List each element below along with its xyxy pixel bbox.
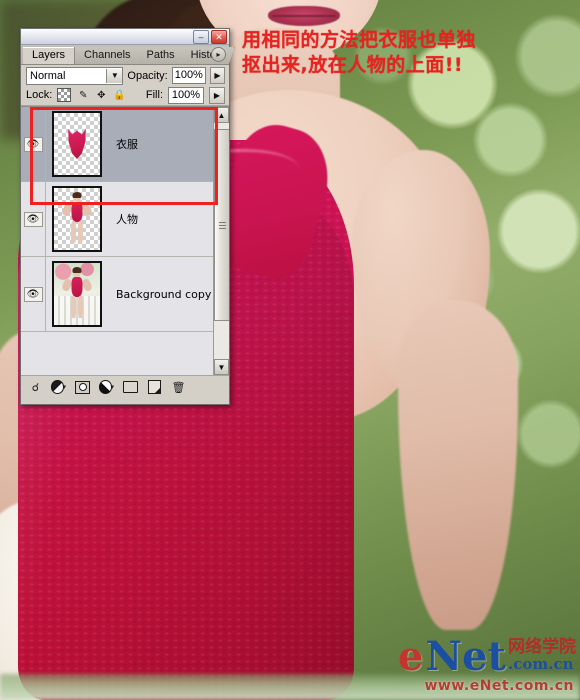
lip-line — [272, 15, 336, 17]
person-right-leg — [78, 296, 83, 318]
scroll-down-icon[interactable]: ▼ — [214, 359, 229, 375]
visibility-cell: 👁 — [21, 182, 46, 256]
person-left-leg — [71, 221, 76, 243]
tab-layers[interactable]: Layers — [23, 47, 76, 64]
lock-icon-group: ✎ ✥ 🔒 — [57, 88, 126, 102]
tab-channels[interactable]: Channels — [75, 47, 140, 64]
layer-row-background-copy[interactable]: 👁 Background copy — [21, 257, 229, 332]
layer-style-button[interactable]: ▾ — [51, 380, 66, 395]
layer-row-clothing[interactable]: 👁 衣服 — [21, 107, 229, 182]
lock-transparency-icon[interactable] — [57, 88, 72, 102]
person-left-leg — [71, 296, 76, 318]
palette-title-bar[interactable]: – ✕ — [21, 29, 229, 45]
person-right-arm — [81, 277, 93, 293]
opacity-label: Opacity: — [127, 69, 168, 82]
fill-value[interactable]: 100% — [168, 86, 204, 104]
lock-row: Lock: ✎ ✥ 🔒 Fill: 100% ▶ — [21, 85, 229, 106]
scroll-grip — [219, 221, 226, 229]
tab-paths[interactable]: Paths — [138, 47, 185, 64]
folder-icon — [123, 381, 138, 393]
thumbnail-cell — [46, 261, 108, 327]
visibility-cell: 👁 — [21, 257, 46, 331]
lock-position-icon[interactable]: ✥ — [95, 89, 107, 101]
eye-icon[interactable]: 👁 — [23, 136, 43, 152]
layer-thumbnail-person[interactable] — [52, 186, 102, 252]
watermark-net: Net — [425, 632, 507, 680]
watermark-academy: 网络学院 — [508, 636, 576, 657]
layer-name-clothing[interactable]: 衣服 — [108, 136, 138, 152]
person-hair — [72, 267, 82, 273]
layer-name-background-copy[interactable]: Background copy — [108, 288, 211, 301]
lock-label: Lock: — [26, 89, 53, 101]
eye-icon[interactable]: 👁 — [23, 286, 43, 302]
opacity-chevron-right-icon[interactable]: ▶ — [209, 67, 225, 84]
layer-thumbnail-background[interactable] — [52, 261, 102, 327]
blend-opacity-row: Normal ▼ Opacity: 100% ▶ — [21, 65, 229, 85]
watermark-e: e — [398, 632, 424, 680]
scroll-track[interactable] — [214, 123, 229, 359]
chevron-down-icon: ▾ — [62, 384, 66, 391]
watermark: e Net 网络学院 .com.cn — [398, 632, 576, 680]
palette-menu-icon[interactable]: ▸ — [211, 47, 226, 62]
new-page-icon — [148, 380, 161, 394]
lock-image-pixels-icon[interactable]: ✎ — [77, 89, 89, 101]
new-group-button[interactable] — [123, 380, 138, 395]
thumbnail-cell — [46, 186, 108, 252]
chevron-down-icon[interactable]: ▼ — [106, 68, 123, 83]
person-right-leg — [78, 221, 83, 243]
annotation-text: 用相同的方法把衣服也单独抠出来,放在人物的上面!! — [242, 29, 477, 76]
layer-list: 👁 衣服 👁 人物 👁 Background copy ▲ ▼ — [21, 106, 229, 375]
tab-history[interactable]: History — [182, 47, 235, 64]
layer-thumbnail-clothing[interactable] — [52, 111, 102, 177]
layer-row-person[interactable]: 👁 人物 — [21, 182, 229, 257]
layers-palette: – ✕ Layers Channels Paths History ▸ Norm… — [20, 28, 230, 405]
blend-mode-value: Normal — [30, 69, 66, 82]
new-layer-button[interactable] — [147, 380, 162, 395]
watermark-url: www.eNet.com.cn — [424, 678, 574, 694]
link-icon[interactable]: ☌ — [27, 380, 42, 395]
adjustment-layer-button[interactable]: ▾ — [99, 380, 114, 395]
chevron-down-icon: ▾ — [110, 384, 114, 391]
person-silhouette — [60, 192, 94, 245]
visibility-cell: 👁 — [21, 107, 46, 181]
eye-icon[interactable]: 👁 — [23, 211, 43, 227]
person-silhouette — [60, 267, 94, 320]
blend-mode-select[interactable]: Normal ▼ — [26, 66, 124, 85]
layer-name-person[interactable]: 人物 — [108, 211, 138, 227]
fill-chevron-right-icon[interactable]: ▶ — [209, 86, 225, 104]
person-swimsuit — [71, 202, 83, 222]
opacity-value[interactable]: 100% — [171, 67, 206, 84]
palette-tabs: Layers Channels Paths History ▸ — [21, 45, 229, 65]
palette-toolbar: ☌ ▾ ▾ 🗑 — [21, 375, 229, 398]
person-hair — [72, 192, 82, 198]
scroll-thumb[interactable] — [214, 129, 229, 321]
thumbnail-cell — [46, 111, 108, 177]
watermark-domain: .com.cn — [508, 654, 574, 673]
window-buttons: – ✕ — [193, 30, 227, 44]
watermark-right: 网络学院 .com.cn — [508, 636, 576, 673]
layer-list-scrollbar[interactable]: ▲ ▼ — [213, 107, 229, 375]
minimize-button[interactable]: – — [193, 30, 209, 44]
delete-layer-button[interactable]: 🗑 — [171, 380, 186, 395]
scroll-up-icon[interactable]: ▲ — [214, 107, 229, 123]
mask-icon — [75, 380, 90, 394]
fill-label: Fill: — [145, 89, 163, 101]
close-button[interactable]: ✕ — [211, 30, 227, 44]
lock-all-icon[interactable]: 🔒 — [113, 89, 125, 101]
add-layer-mask-button[interactable] — [75, 380, 90, 395]
person-right-arm — [81, 202, 93, 218]
person-swimsuit — [71, 277, 83, 297]
